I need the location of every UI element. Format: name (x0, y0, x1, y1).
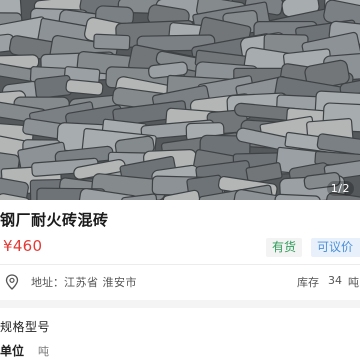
divider (0, 264, 360, 265)
brick-shape (93, 33, 131, 51)
product-photo (0, 0, 360, 200)
inventory-value: 34 (328, 274, 342, 287)
address-label: 地址： (31, 276, 64, 289)
inventory-unit: 吨 (348, 276, 359, 289)
in-stock-badge: 有货 (266, 238, 303, 257)
brick-shape (65, 79, 104, 96)
product-image-carousel[interactable]: 1/2 (0, 0, 360, 200)
specs-heading: 规格型号 (0, 320, 51, 334)
spec-value-unit: 吨 (38, 345, 49, 358)
section-separator (0, 300, 360, 308)
negotiable-badge: 可议价 (311, 238, 360, 257)
carousel-page-indicator: 1/2 (326, 181, 354, 196)
product-price: ¥460 (3, 237, 43, 255)
address-value: 江苏省 淮安市 (64, 276, 137, 289)
location-pin-icon (5, 274, 19, 290)
inventory-label: 库存 (297, 276, 319, 289)
spec-row: 单位 吨 (0, 342, 360, 360)
product-title: 钢厂耐火砖混砖 (0, 211, 109, 229)
spec-label-unit: 单位 (0, 344, 25, 358)
address-row: 地址： 江苏省 淮安市 库存 34 吨 (0, 270, 360, 294)
